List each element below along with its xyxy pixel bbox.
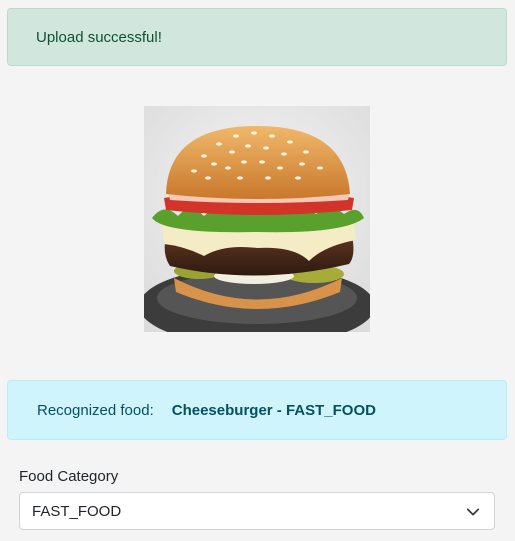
food-image xyxy=(144,106,370,332)
food-category-selected-value: FAST_FOOD xyxy=(32,502,122,520)
upload-success-alert: Upload successful! xyxy=(7,8,507,66)
recognition-result: Cheeseburger - FAST_FOOD xyxy=(171,401,376,419)
food-category-select[interactable]: FAST_FOOD xyxy=(19,492,495,530)
recognition-alert: Recognized food: Cheeseburger - FAST_FOO… xyxy=(7,380,507,440)
upload-success-message: Upload successful! xyxy=(36,28,162,46)
chevron-down-icon xyxy=(466,508,480,516)
cheeseburger-photo xyxy=(144,106,370,332)
recognition-label: Recognized food: xyxy=(37,401,154,419)
food-category-label: Food Category xyxy=(19,468,119,485)
